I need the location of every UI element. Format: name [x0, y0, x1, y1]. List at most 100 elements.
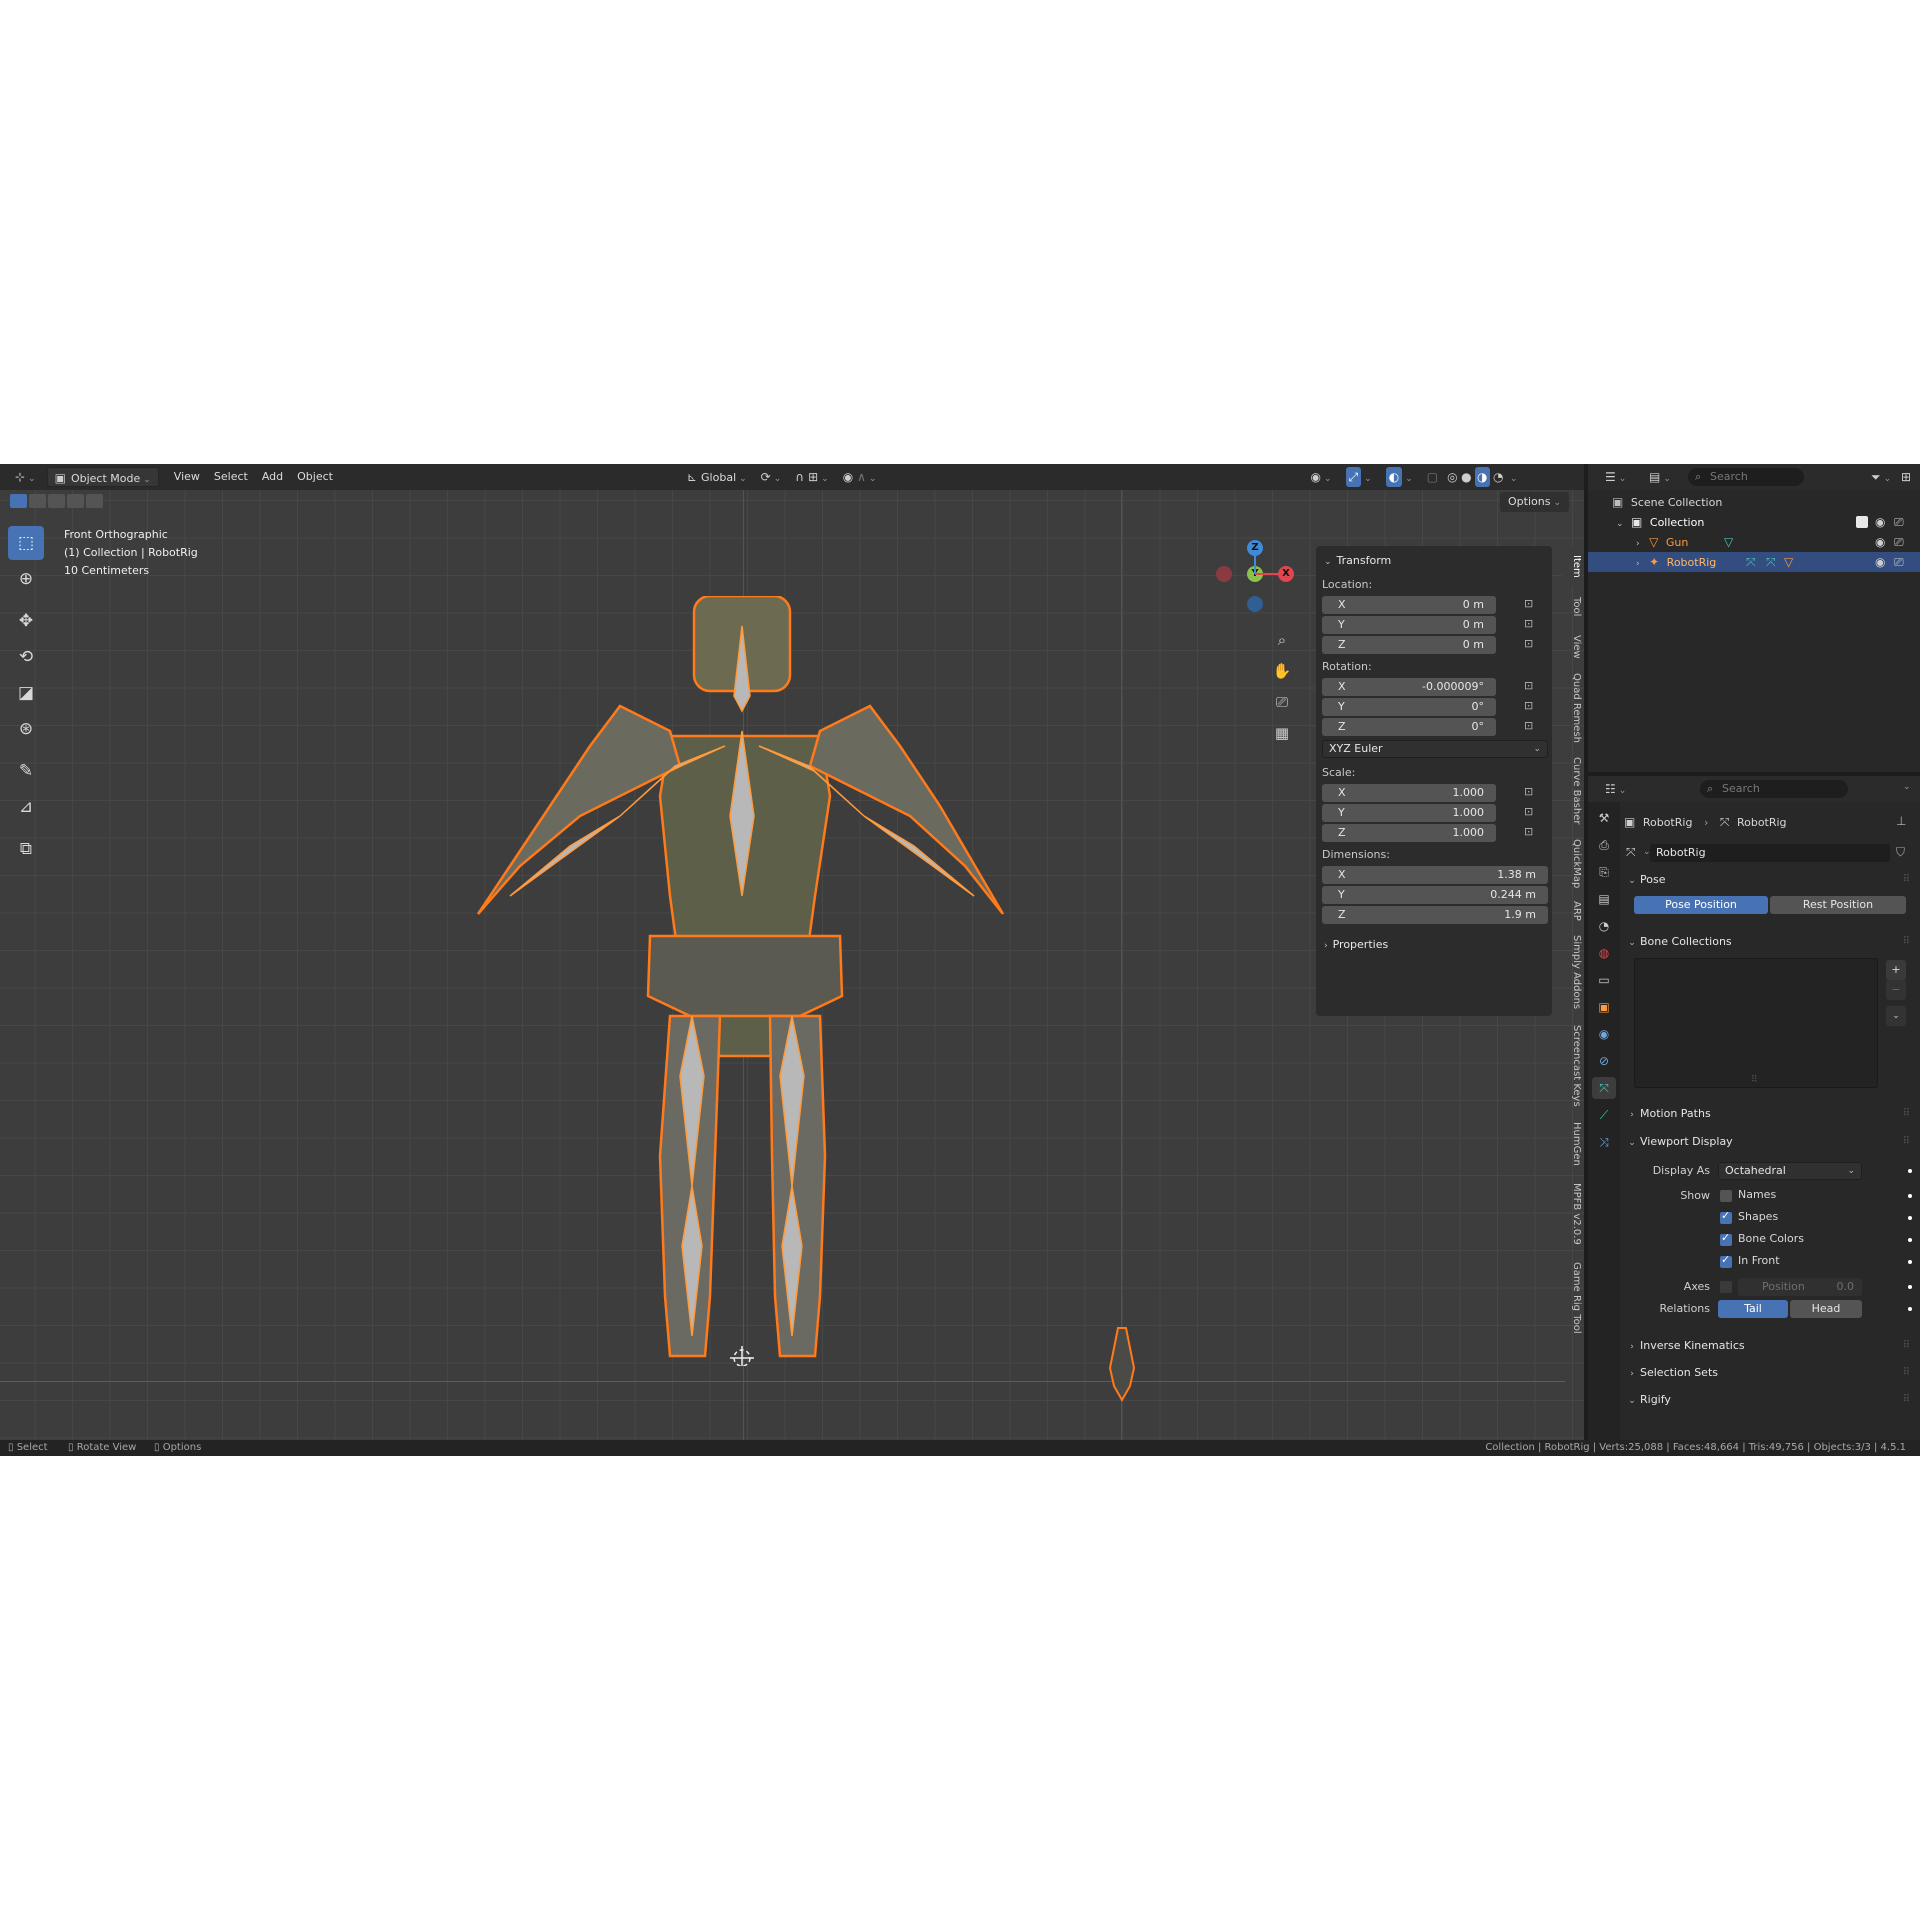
inverse-kinematics-section-header[interactable]: › Inverse Kinematics ⠿: [1624, 1334, 1916, 1358]
mode-dropdown[interactable]: ▣ Object Mode ⌄: [46, 467, 159, 487]
fake-user-shield-icon[interactable]: ⛉: [1896, 845, 1905, 860]
lock-icon[interactable]: ⊡: [1524, 719, 1533, 732]
measure-icon[interactable]: ⊿: [8, 790, 44, 824]
outliner[interactable]: ☰ ⌄ ▤ ⌄ ⌕ Search ⏷ ⌄ ⊞ ▣ Scene Collection ⌄ …: [1588, 464, 1920, 772]
tab-humgen[interactable]: HumGen: [1562, 1116, 1582, 1172]
gun-model[interactable]: [1100, 1324, 1144, 1404]
selection-sets-section-header[interactable]: › Selection Sets ⠿: [1624, 1361, 1916, 1385]
lock-icon[interactable]: ⊡: [1524, 785, 1533, 798]
proportional-edit-toggle[interactable]: ◉ ∧ ⌄: [836, 467, 884, 487]
lock-icon[interactable]: ⊡: [1524, 825, 1533, 838]
invert-selection-icon[interactable]: [67, 494, 84, 508]
rotation-z-field[interactable]: Z 0°: [1322, 718, 1496, 736]
outliner-search-input[interactable]: ⌕ Search: [1688, 468, 1804, 486]
dimensions-z-field[interactable]: Z 1.9 m: [1322, 906, 1548, 924]
keyframe-dot[interactable]: [1908, 1260, 1912, 1264]
lock-icon[interactable]: ⊡: [1524, 679, 1533, 692]
properties-search-input[interactable]: ⌕ Search: [1700, 780, 1848, 798]
tab-item[interactable]: Item: [1562, 546, 1582, 586]
tab-game-rig-tool[interactable]: Game Rig Tool: [1562, 1256, 1582, 1340]
transform-section-header[interactable]: ⌄ Transform: [1324, 552, 1391, 570]
rotation-x-field[interactable]: X -0.000009°: [1322, 678, 1496, 696]
location-z-field[interactable]: Z0 m: [1322, 636, 1496, 654]
transform-icon[interactable]: ⊛: [8, 712, 44, 746]
xray-toggle[interactable]: ▢: [1420, 467, 1445, 487]
rotate-icon[interactable]: ⟲: [8, 640, 44, 674]
scene-tab-icon[interactable]: ◔: [1592, 915, 1616, 937]
select-box-icon[interactable]: ⬚: [8, 526, 44, 560]
move-icon[interactable]: ✥: [8, 604, 44, 638]
keyframe-dot[interactable]: [1908, 1238, 1912, 1242]
bone-collection-specials-button[interactable]: ⌄: [1886, 1006, 1906, 1026]
viewport-display-section-header[interactable]: ⌄ Viewport Display ⠿: [1624, 1130, 1916, 1154]
location-x-field[interactable]: X0 m: [1322, 596, 1496, 614]
render-camera-icon[interactable]: ⎚: [1894, 532, 1904, 552]
scale-x-field[interactable]: X 1.000: [1322, 784, 1496, 802]
keyframe-dot[interactable]: [1908, 1285, 1912, 1289]
annotate-icon[interactable]: ✎: [8, 754, 44, 788]
pose-position-toggle[interactable]: Pose Position: [1634, 896, 1768, 914]
tab-arp[interactable]: ARP: [1562, 896, 1582, 926]
overlays-toggle[interactable]: ◐ ⌄: [1379, 467, 1420, 487]
viewport-canvas[interactable]: Options ⌄ Front Orthographic (1) Collecti…: [0, 490, 1584, 1440]
navigation-gizmo[interactable]: Z Y X: [1210, 540, 1300, 620]
output-tab-icon[interactable]: ⎘: [1592, 861, 1616, 883]
outliner-item-robotrig[interactable]: › ✦ RobotRig ⤧ ⤧ ▽ ◉ ⎚: [1588, 552, 1920, 572]
robot-rig-model[interactable]: [470, 596, 1010, 1366]
lock-icon[interactable]: ⊡: [1524, 597, 1533, 610]
axes-checkbox[interactable]: [1720, 1281, 1732, 1293]
grid-perspective-icon[interactable]: ▦: [1268, 719, 1296, 747]
keyframe-dot[interactable]: [1908, 1307, 1912, 1311]
eye-visibility-icon[interactable]: ◉: [1875, 552, 1885, 572]
exclude-checkbox[interactable]: [1856, 516, 1868, 528]
lock-icon[interactable]: ⊡: [1524, 699, 1533, 712]
extend-selection-icon[interactable]: [29, 494, 46, 508]
render-tab-icon[interactable]: ⎙: [1592, 834, 1616, 856]
dimensions-y-field[interactable]: Y 0.244 m: [1322, 886, 1548, 904]
menu-view[interactable]: View: [167, 467, 207, 487]
add-bone-collection-button[interactable]: +: [1886, 960, 1906, 980]
rest-position-toggle[interactable]: Rest Position: [1770, 896, 1906, 914]
tool-tab-icon[interactable]: ⚒: [1592, 807, 1616, 829]
pivot-dropdown[interactable]: ⟳ ⌄: [754, 467, 789, 487]
outliner-editor-type[interactable]: ☰ ⌄: [1598, 467, 1633, 487]
view-layer-tab-icon[interactable]: ▤: [1592, 888, 1616, 910]
menu-add[interactable]: Add: [255, 467, 290, 487]
pin-icon[interactable]: ⊥: [1896, 814, 1906, 828]
names-checkbox[interactable]: [1720, 1190, 1732, 1202]
rotation-y-field[interactable]: Y 0°: [1322, 698, 1496, 716]
scale-icon[interactable]: ◪: [8, 676, 44, 710]
axes-position-field[interactable]: Position 0.0: [1738, 1278, 1862, 1296]
menu-select[interactable]: Select: [207, 467, 255, 487]
menu-object[interactable]: Object: [290, 467, 340, 487]
tab-mpfb[interactable]: MPFB v2.0.9: [1562, 1174, 1582, 1254]
rendered-shading-icon[interactable]: ◔: [1493, 467, 1503, 487]
dimensions-x-field[interactable]: X 1.38 m: [1322, 866, 1548, 884]
armature-data-tab-icon[interactable]: ⤧: [1592, 1077, 1616, 1099]
hand-pan-icon[interactable]: ✋: [1268, 657, 1296, 685]
scale-z-field[interactable]: Z 1.000: [1322, 824, 1496, 842]
tab-screencast-keys[interactable]: Screencast Keys: [1562, 1018, 1582, 1114]
display-mode-dropdown[interactable]: ▤ ⌄: [1642, 467, 1678, 487]
data-name-field[interactable]: RobotRig: [1650, 844, 1890, 862]
set-new-selection-icon[interactable]: [10, 494, 27, 508]
scene-collection-row[interactable]: ▣ Scene Collection: [1588, 492, 1920, 512]
tab-quad-remesh[interactable]: Quad Remesh: [1562, 668, 1582, 748]
properties-section-header[interactable]: › Properties: [1324, 936, 1388, 954]
remove-bone-collection-button[interactable]: −: [1886, 980, 1906, 1000]
new-collection-button[interactable]: ⊞: [1894, 467, 1918, 487]
shading-modes[interactable]: ◎ ● ◑ ◔ ⌄: [1445, 467, 1519, 487]
bone-tab-icon[interactable]: ⟋: [1592, 1104, 1616, 1126]
bone-collections-list[interactable]: ⠿: [1634, 958, 1878, 1088]
tab-curve-basher[interactable]: Curve Basher: [1562, 750, 1582, 832]
properties-editor[interactable]: ☷ ⌄ ⌕ Search ⌄ ⚒ ⎙ ⎘ ▤ ◔ ◍ ▭ ▣ ◉ ⊘ ⤧ ⟋ ⤨ ▣…: [1588, 776, 1920, 1440]
bone-collections-section-header[interactable]: ⌄ Bone Collections ⠿: [1624, 930, 1916, 954]
object-tab-icon[interactable]: ▣: [1592, 996, 1616, 1018]
keyframe-dot[interactable]: [1908, 1194, 1912, 1198]
modifier-tab-icon[interactable]: ◉: [1592, 1023, 1616, 1045]
tab-simply-addons[interactable]: Simply Addons: [1562, 928, 1582, 1016]
data-block-selector[interactable]: ⤧ ⌄ RobotRig ⛉: [1624, 842, 1916, 864]
eye-visibility-icon[interactable]: ◉: [1875, 532, 1885, 552]
rigify-section-header[interactable]: ⌄ Rigify ⠿: [1624, 1388, 1916, 1412]
render-camera-icon[interactable]: ⎚: [1894, 512, 1904, 532]
